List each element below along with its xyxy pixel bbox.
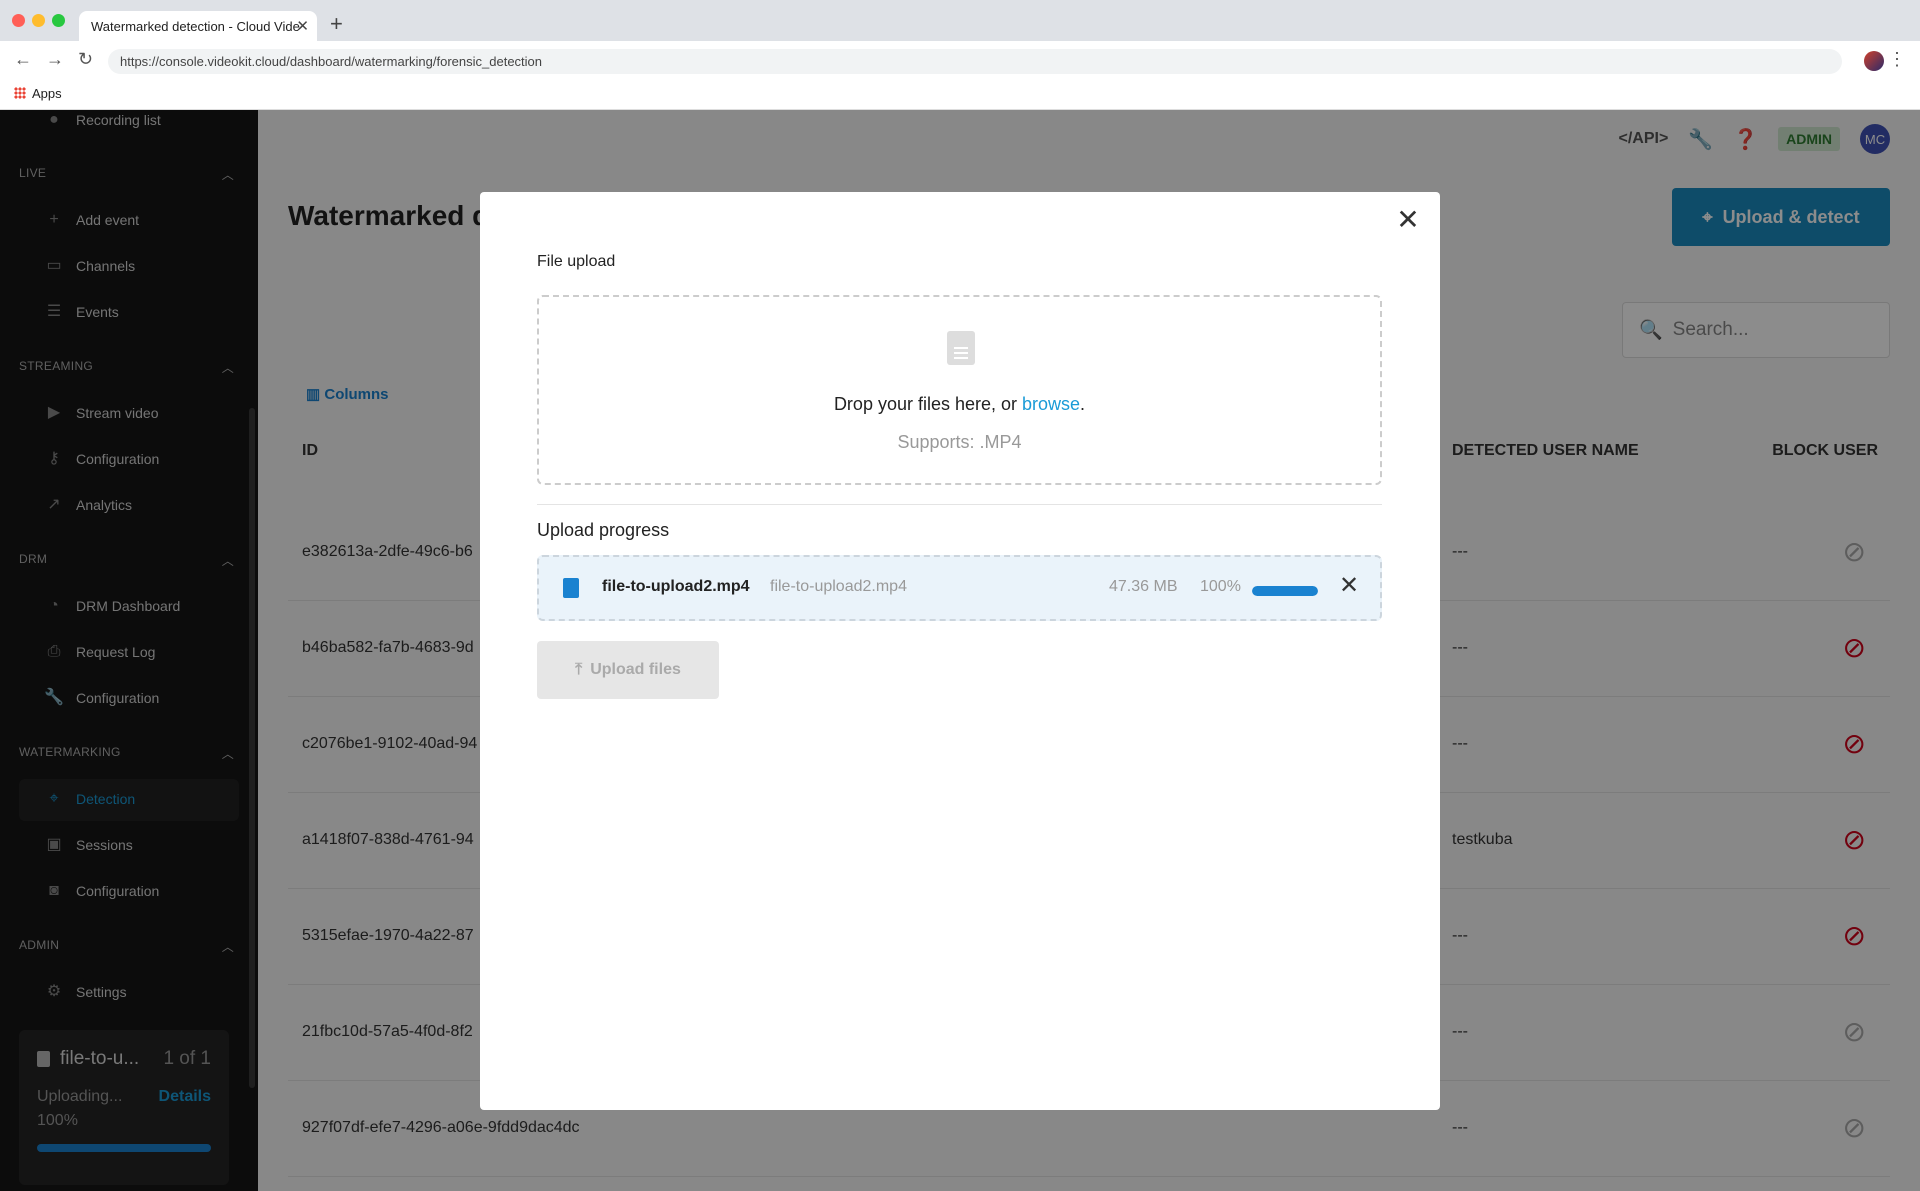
file-dropzone[interactable]: Drop your files here, or browse. Support… [537, 295, 1382, 485]
tab-close-icon[interactable]: ✕ [296, 17, 309, 35]
drop-instructions: Drop your files here, or browse. [833, 394, 1086, 414]
upload-file-size: 47.36 MB [1109, 578, 1178, 595]
upload-progress-fill [1252, 586, 1318, 596]
browser-menu-icon[interactable]: ⋮ [1888, 49, 1906, 70]
bookmarks-bar: Apps [0, 81, 1920, 110]
window-minimize-dot[interactable] [32, 14, 45, 27]
upload-file-percent: 100% [1200, 578, 1241, 595]
window-maximize-dot[interactable] [52, 14, 65, 27]
apps-grid-icon [14, 87, 26, 99]
browser-tab-bar: Watermarked detection - Cloud Vide ✕ + [0, 0, 1920, 41]
window-close-dot[interactable] [12, 14, 25, 27]
upload-files-button[interactable]: ⤒ Upload files [537, 641, 719, 699]
file-icon [563, 578, 579, 598]
reload-icon[interactable]: ↻ [78, 49, 93, 70]
new-tab-icon[interactable]: + [330, 11, 343, 37]
supported-formats: Supports: .MP4 [897, 432, 1022, 452]
back-icon[interactable]: ← [14, 49, 32, 70]
browse-link[interactable]: browse [1022, 394, 1080, 414]
upload-progress-label: Upload progress [537, 520, 670, 540]
file-upload-modal: ✕ File upload Drop your files here, or b… [480, 192, 1440, 1110]
address-bar[interactable]: https://console.videokit.cloud/dashboard… [108, 49, 1842, 74]
document-icon [947, 331, 975, 365]
close-icon[interactable]: ✕ [1392, 204, 1424, 236]
upload-file-secondary-name: file-to-upload2.mp4 [770, 578, 907, 595]
forward-icon[interactable]: → [46, 49, 64, 70]
upload-file-name: file-to-upload2.mp4 [602, 578, 750, 595]
divider [537, 504, 1382, 505]
remove-file-icon[interactable]: ✕ [1339, 571, 1359, 600]
bookmark-apps[interactable]: Apps [32, 86, 62, 101]
file-upload-label: File upload [537, 253, 616, 270]
browser-tab[interactable]: Watermarked detection - Cloud Vide ✕ [79, 11, 317, 41]
upload-file-row: file-to-upload2.mp4 file-to-upload2.mp4 … [537, 555, 1382, 621]
upload-arrow-icon: ⤒ [575, 661, 583, 678]
upload-progress-bar [1252, 586, 1318, 596]
browser-toolbar: ← → ↻ https://console.videokit.cloud/das… [0, 41, 1920, 81]
tab-title: Watermarked detection - Cloud Vide [91, 19, 300, 34]
profile-icon[interactable] [1864, 51, 1884, 71]
